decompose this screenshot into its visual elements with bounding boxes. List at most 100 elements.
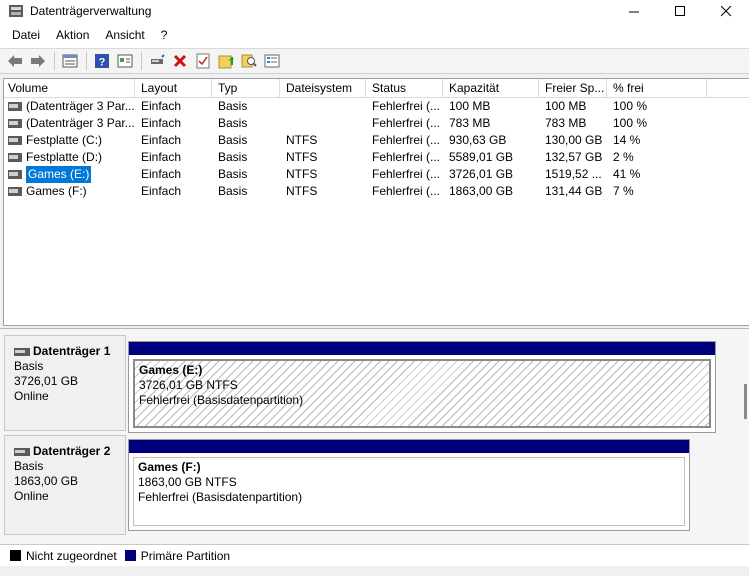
properties-button[interactable] (114, 51, 136, 71)
volume-icon (8, 119, 22, 128)
disk-name-row: Datenträger 2 (14, 444, 125, 459)
cell-volume: (Datenträger 3 Par... (26, 116, 135, 130)
partition-name: Games (F:) (138, 460, 201, 474)
partition-status: Fehlerfrei (Basisdatenpartition) (139, 393, 304, 407)
maximize-button[interactable] (657, 0, 703, 22)
folder-up-icon (218, 55, 234, 69)
cell-dateisystem (280, 115, 366, 132)
column-header-dateisystem[interactable]: Dateisystem (280, 79, 366, 97)
cell-prozent-frei: 100 % (613, 116, 648, 130)
cell-status: Fehlerfrei (... (372, 99, 441, 113)
column-header-volume[interactable]: Volume (4, 79, 135, 97)
menu-ansicht[interactable]: Ansicht (97, 28, 152, 42)
disk-icon (14, 347, 30, 356)
cell-prozent-frei: 14 % (613, 133, 641, 147)
delete-icon (173, 54, 187, 68)
cell-typ: Basis (218, 116, 248, 130)
cell-typ: Basis (218, 167, 248, 181)
cell-dateisystem: NTFS (286, 184, 318, 198)
disk-name: Datenträger 2 (33, 444, 111, 458)
cell-prozent-frei: 41 % (613, 167, 641, 181)
forward-button[interactable] (27, 51, 49, 71)
partition-name: Games (E:) (139, 363, 203, 377)
cell-prozent-frei: 7 % (613, 184, 634, 198)
menu-datei[interactable]: Datei (4, 28, 48, 42)
partition-size: 1863,00 GB NTFS (138, 475, 237, 489)
volume-icon (8, 153, 22, 162)
column-header-freier-speicher[interactable]: Freier Sp... (539, 79, 607, 97)
cell-freier-speicher: 1519,52 ... (545, 167, 602, 181)
folder-up-button[interactable] (215, 51, 237, 71)
cell-status: Fehlerfrei (... (372, 184, 441, 198)
disk-size: 1863,00 GB (14, 474, 79, 488)
partition-status: Fehlerfrei (Basisdatenpartition) (138, 490, 303, 504)
list-view-icon (62, 54, 78, 68)
volume-list: Volume Layout Typ Dateisystem Status Kap… (3, 78, 749, 326)
menu-help[interactable]: ? (153, 28, 176, 42)
search-button[interactable] (238, 51, 260, 71)
connect-drive-button[interactable] (146, 51, 168, 71)
cell-dateisystem: NTFS (286, 133, 318, 147)
column-header-kapazitaet[interactable]: Kapazität (443, 79, 539, 97)
list-view-button[interactable] (59, 51, 81, 71)
disk-type: Basis (14, 359, 44, 373)
check-button[interactable] (192, 51, 214, 71)
partition-details: Games (F:) 1863,00 GB NTFS Fehlerfrei (B… (133, 457, 685, 526)
partition-block[interactable]: Games (F:) 1863,00 GB NTFS Fehlerfrei (B… (128, 439, 690, 531)
table-row[interactable]: Festplatte (D:) Einfach Basis NTFS Fehle… (4, 149, 749, 166)
disk-info-panel[interactable]: Datenträger 1 Basis 3726,01 GB Online (4, 335, 126, 431)
table-row[interactable]: Games (F:) Einfach Basis NTFS Fehlerfrei… (4, 183, 749, 200)
legend: Nicht zugeordnet Primäre Partition (0, 544, 749, 566)
cell-kapazitaet: 100 MB (449, 99, 491, 113)
column-header-status[interactable]: Status (366, 79, 443, 97)
delete-button[interactable] (169, 51, 191, 71)
menu-aktion[interactable]: Aktion (48, 28, 97, 42)
legend-swatch-unallocated (10, 550, 21, 561)
disk-type: Basis (14, 459, 44, 473)
volume-icon (8, 102, 22, 111)
table-row-selected[interactable]: Games (E:) Einfach Basis NTFS Fehlerfrei… (4, 166, 749, 183)
column-header-typ[interactable]: Typ (212, 79, 280, 97)
cell-status: Fehlerfrei (... (372, 116, 441, 130)
table-row[interactable]: (Datenträger 3 Par... Einfach Basis Fehl… (4, 115, 749, 132)
cell-dateisystem: NTFS (286, 167, 318, 181)
legend-swatch-primary (124, 550, 136, 561)
minimize-icon (628, 11, 639, 12)
partition-size: 3726,01 GB NTFS (139, 378, 238, 392)
svg-text:?: ? (99, 57, 106, 69)
cell-volume: (Datenträger 3 Par... (26, 99, 135, 113)
close-button[interactable] (703, 0, 749, 22)
cell-layout: Einfach (141, 167, 182, 181)
column-header-layout[interactable]: Layout (135, 79, 212, 97)
back-button[interactable] (4, 51, 26, 71)
status-bar (0, 566, 749, 576)
disk-icon (14, 447, 30, 456)
volume-icon (8, 187, 22, 196)
connect-drive-icon (151, 54, 165, 64)
legend-label-primary: Primäre Partition (140, 548, 231, 563)
cell-dateisystem: NTFS (286, 150, 318, 164)
cell-prozent-frei: 100 % (613, 99, 648, 113)
cell-kapazitaet: 783 MB (449, 116, 491, 130)
cell-typ: Basis (218, 150, 248, 164)
settings-button[interactable] (261, 51, 283, 71)
partition-details: Games (E:) 3726,01 GB NTFS Fehlerfrei (B… (133, 359, 711, 428)
cell-kapazitaet: 930,63 GB (449, 133, 507, 147)
cell-dateisystem (280, 98, 366, 115)
menu-bar: Datei Aktion Ansicht ? (0, 22, 749, 48)
toolbar-separator (54, 52, 55, 70)
minimize-button[interactable] (611, 0, 657, 22)
column-header-prozent-frei[interactable]: % frei (607, 79, 707, 97)
disk-row: Datenträger 1 Basis 3726,01 GB Online Ga… (4, 335, 729, 433)
disk-info-panel[interactable]: Datenträger 2 Basis 1863,00 GB Online (4, 435, 126, 535)
table-row[interactable]: (Datenträger 3 Par... Einfach Basis Fehl… (4, 98, 749, 115)
disk-state: Online (14, 389, 49, 403)
partition-block-selected[interactable]: Games (E:) 3726,01 GB NTFS Fehlerfrei (B… (128, 341, 716, 433)
cell-layout: Einfach (141, 133, 182, 147)
help-button[interactable]: ? (91, 51, 113, 71)
disk-name: Datenträger 1 (33, 344, 111, 358)
table-row[interactable]: Festplatte (C:) Einfach Basis NTFS Fehle… (4, 132, 749, 149)
toolbar: ? (0, 48, 749, 74)
list-header: Volume Layout Typ Dateisystem Status Kap… (4, 79, 749, 98)
scrollbar-thumb[interactable] (744, 384, 747, 419)
